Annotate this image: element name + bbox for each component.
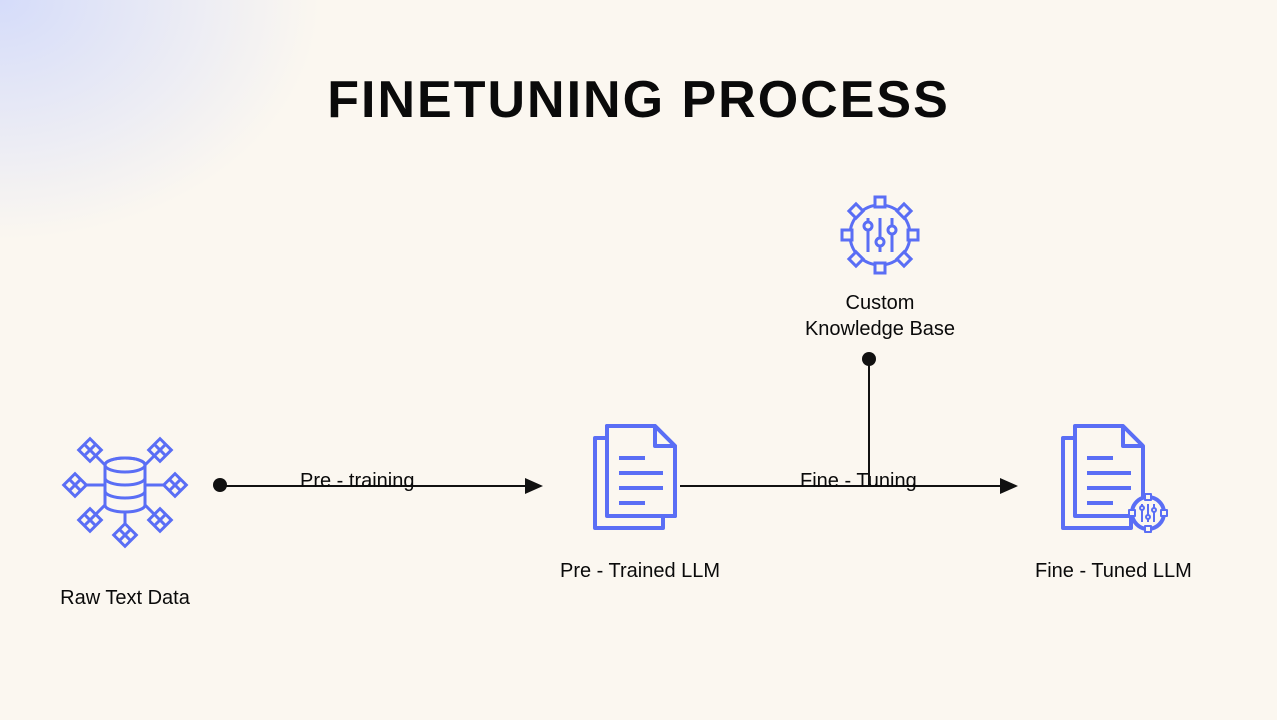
- connector-start-dot: [213, 478, 227, 492]
- node-label-finetuned: Fine - Tuned LLM: [1035, 558, 1192, 584]
- document-stack-icon: [585, 418, 695, 538]
- node-label-custom-kb: Custom Knowledge Base: [805, 290, 955, 342]
- node-pretrained-llm: Pre - Trained LLM: [560, 418, 720, 584]
- edge-label-finetuning: Fine - Tuning: [800, 470, 917, 493]
- node-label-raw-text: Raw Text Data: [60, 585, 190, 611]
- database-network-icon: [55, 415, 195, 555]
- line-kb-down: [866, 362, 872, 487]
- connector-kb-dot: [862, 352, 876, 366]
- document-gear-icon: [1053, 418, 1173, 543]
- node-custom-knowledge-base: Custom Knowledge Base: [795, 190, 965, 342]
- gear-sliders-icon: [835, 190, 925, 280]
- edge-label-pretraining: Pre - training: [300, 470, 415, 493]
- node-raw-text-data: Raw Text Data: [55, 415, 195, 611]
- diagram-title: FINETUNING PROCESS: [0, 70, 1277, 130]
- node-finetuned-llm: Fine - Tuned LLM: [1035, 418, 1192, 584]
- node-label-pretrained: Pre - Trained LLM: [560, 558, 720, 584]
